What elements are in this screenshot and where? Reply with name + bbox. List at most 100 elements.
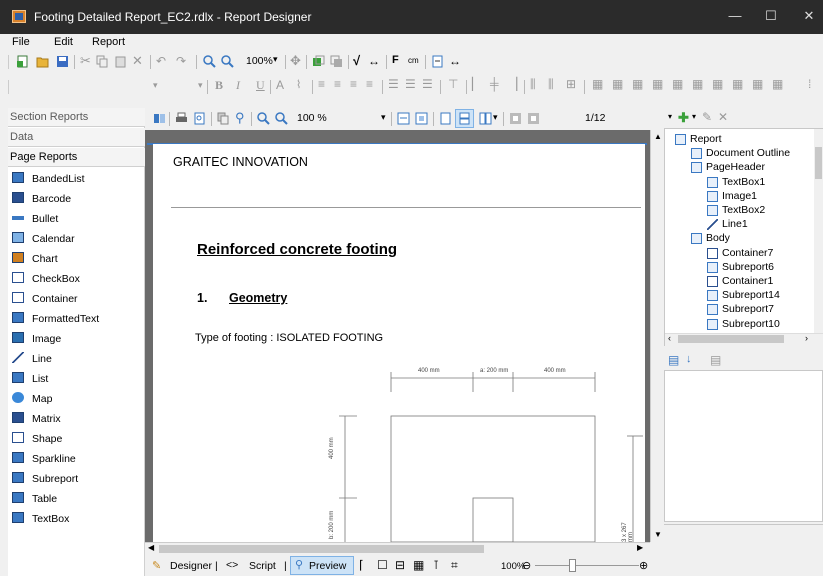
font-dropdown-icon[interactable]: ▾ [153,80,158,91]
toolbox-item-list[interactable]: List [8,369,145,389]
zoom-value[interactable]: 100% [246,55,273,67]
last-page-icon[interactable] [527,112,540,125]
tree-vscroll-thumb[interactable] [815,147,822,179]
resize-width-icon[interactable]: ↔ [368,54,380,68]
preview-zoom-value[interactable]: 100 % [297,112,327,124]
remove-icon[interactable]: ✕ [718,110,728,124]
size-dropdown-icon[interactable]: ▾ [198,80,203,91]
scroll-down-icon[interactable]: ▼ [654,530,662,539]
add-icon[interactable]: ✚ [678,110,689,126]
zoom-out-button[interactable]: ⊖ [522,559,531,572]
border-right-icon[interactable]: ▕ [508,77,517,91]
outdent-icon[interactable]: ☰ [405,77,416,91]
align-center-icon[interactable]: ≡ [334,77,341,91]
zoom-slider-track[interactable] [535,565,639,566]
toolbox-item-calendar[interactable]: Calendar [8,229,145,249]
toolbox-item-sparkline[interactable]: Sparkline [8,449,145,469]
page-indicator[interactable]: 1/12 [585,112,605,124]
continuous-view-icon[interactable] [458,112,471,125]
grid-icon-8[interactable]: ▦ [732,77,743,91]
toolbox-item-checkbox[interactable]: CheckBox [8,269,145,289]
toolbox-item-bullet[interactable]: Bullet [8,209,145,229]
toolbox-item-line[interactable]: Line [8,349,145,369]
grid-icon-4[interactable]: ▦ [652,77,663,91]
top-align-icon[interactable]: ⊤ [448,77,458,91]
panel-menu-icon[interactable]: ▾ [668,112,672,121]
multi-page-dropdown-icon[interactable]: ▾ [493,112,498,123]
preview-zoom-dropdown-icon[interactable]: ▾ [381,112,386,123]
edit-icon[interactable]: ✎ [702,110,712,124]
page-reports-tab[interactable]: Page Reports [8,148,145,167]
toolbox-item-subreport[interactable]: Subreport [8,469,145,489]
grid-icon-6[interactable]: ▦ [692,77,703,91]
multi-page-icon[interactable] [479,112,492,125]
grid-icon-5[interactable]: ▦ [672,77,683,91]
tree-hscroll-thumb[interactable] [678,335,784,343]
open-folder-icon[interactable] [36,55,49,68]
scroll-thumb[interactable] [159,545,484,553]
dist-vertical-icon[interactable]: ⫼ [548,77,554,92]
layers-icon[interactable] [312,55,325,68]
grid-icon-2[interactable]: ▦ [612,77,623,91]
highlight-icon[interactable]: ⌇ [296,78,301,91]
toolbox-item-chart[interactable]: Chart [8,249,145,269]
zoom-dropdown-icon[interactable]: ▾ [273,54,278,65]
same-size-icon[interactable]: ⊞ [566,77,576,91]
find-icon[interactable]: ⚲ [235,110,245,126]
data-tab[interactable]: Data [8,128,145,147]
formula-icon[interactable]: √ [353,53,360,68]
snap-icon[interactable]: ⌗ [451,558,458,573]
save-icon[interactable] [56,55,69,68]
border-left-icon[interactable]: ▏ [472,77,481,91]
align-icon[interactable]: ✥ [290,53,301,69]
table-view-icon[interactable]: ▦ [413,558,424,572]
maximize-button[interactable]: ☐ [760,8,782,26]
new-report-icon[interactable] [16,55,29,68]
fit-page-icon[interactable] [415,112,428,125]
zoom-in-button[interactable]: ⊕ [639,559,648,572]
tree-scroll-left-icon[interactable]: ‹ [668,333,671,343]
underline-button[interactable]: U [256,78,265,93]
menu-report[interactable]: Report [92,36,125,48]
unit-button[interactable]: cm [408,56,419,65]
toolbox-item-table[interactable]: Table [8,489,145,509]
close-button[interactable]: ✕ [798,8,820,26]
grid-icon-3[interactable]: ▦ [632,77,643,91]
toolbox-item-textbox[interactable]: TextBox [8,509,145,529]
grid-icon-9[interactable]: ▦ [752,77,763,91]
grid-icon-7[interactable]: ▦ [712,77,723,91]
font-bold-button[interactable]: F [392,54,399,66]
toolbox-item-image[interactable]: Image [8,329,145,349]
preview-tab-label[interactable]: Preview [309,560,346,572]
page-setup-icon[interactable] [431,55,444,68]
justify-icon[interactable]: ≡ [366,77,373,91]
zoom-slider-thumb[interactable] [569,559,576,572]
bullets-icon[interactable]: ☰ [388,77,399,91]
bold-button[interactable]: B [215,78,223,93]
tree-scroll-right-icon[interactable]: › [805,333,808,343]
minimize-button[interactable]: — [724,8,746,26]
toolbox-item-container[interactable]: Container [8,289,145,309]
grid-view-icon[interactable]: ⊟ [395,558,405,572]
toc-icon[interactable] [153,112,166,125]
undo-icon[interactable]: ↶ [156,54,166,68]
menu-file[interactable]: File [12,36,30,48]
indent-icon[interactable]: ☰ [422,77,433,91]
scroll-right-icon[interactable]: ▶ [637,543,643,552]
add-dropdown-icon[interactable]: ▾ [692,112,696,121]
fit-width-icon[interactable] [397,112,410,125]
overflow-icon[interactable]: ⁞ [808,77,811,91]
single-page-icon[interactable] [439,112,452,125]
toolbox-item-formattedtext[interactable]: FormattedText [8,309,145,329]
vertical-scrollbar[interactable]: ▲ ▼ [650,130,664,542]
dist-horizontal-icon[interactable]: ⫼ [530,77,536,92]
first-page-icon[interactable] [509,112,522,125]
top-margin-icon[interactable]: ⌈ [359,558,364,572]
layers-bring-icon[interactable] [330,55,343,68]
scroll-left-icon[interactable]: ◀ [148,543,154,552]
toolbox-item-bandedlist[interactable]: BandedList [8,169,145,189]
properties-grid[interactable] [664,370,823,522]
toolbox-item-shape[interactable]: Shape [8,429,145,449]
page-view-icon[interactable]: ☐ [377,558,388,572]
toolbox-item-matrix[interactable]: Matrix [8,409,145,429]
